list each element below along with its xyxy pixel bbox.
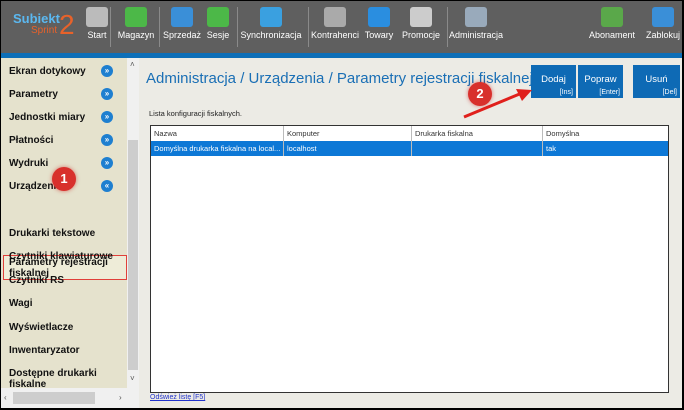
toolbar-towary-button[interactable]: Towary bbox=[363, 7, 395, 49]
shield-check-icon bbox=[601, 7, 623, 27]
chevron-down-icon[interactable]: » bbox=[101, 65, 113, 77]
sales-icon bbox=[171, 7, 193, 27]
sidebar-subitem[interactable]: Dostępne drukarki fiskalne bbox=[1, 368, 127, 390]
toolbar-label: Kontrahenci bbox=[310, 30, 360, 40]
toolbar-separator bbox=[308, 7, 309, 47]
toolbar-label: Start bbox=[87, 30, 107, 40]
chevron-down-icon[interactable]: » bbox=[101, 88, 113, 100]
chevron-down-icon[interactable]: » bbox=[101, 111, 113, 123]
toolbar-label: Magazyn bbox=[117, 30, 155, 40]
scroll-thumb[interactable] bbox=[128, 140, 138, 370]
column-header[interactable]: Nazwa bbox=[151, 126, 284, 141]
sidebar: Ekran dotykowy» Parametry» Jednostki miary… bbox=[1, 58, 127, 390]
tools-icon bbox=[465, 7, 487, 27]
sidebar-item-label: Jednostki miary bbox=[9, 112, 86, 123]
add-button[interactable]: Dodaj [Ins] bbox=[531, 65, 576, 98]
table-cell: Domyślna drukarka fiskalna na local... bbox=[151, 141, 284, 156]
edit-shortcut: [Enter] bbox=[599, 89, 620, 96]
toolbar-separator bbox=[447, 7, 448, 47]
sync-icon bbox=[260, 7, 282, 27]
sidebar-item-label: Płatności bbox=[9, 135, 54, 146]
scroll-thumb[interactable] bbox=[13, 392, 95, 404]
chevron-up-icon[interactable]: « bbox=[101, 180, 113, 192]
scroll-down-icon[interactable]: ˅ bbox=[130, 374, 135, 383]
toolbar-sesje-button[interactable]: Sesje bbox=[205, 7, 231, 49]
delete-label: Usuń bbox=[645, 74, 668, 85]
toolbar-separator bbox=[159, 7, 160, 47]
edit-button[interactable]: Popraw [Enter] bbox=[578, 65, 623, 98]
toolbar-label: Sprzedaż bbox=[162, 30, 202, 40]
table-row[interactable]: Domyślna drukarka fiskalna na local... l… bbox=[151, 141, 668, 156]
scroll-up-icon[interactable]: ˄ bbox=[130, 60, 135, 69]
annotation-badge-1: 1 bbox=[52, 167, 76, 191]
sidebar-subitem[interactable]: Czytniki RS bbox=[1, 275, 127, 286]
toolbar-magazyn-button[interactable]: Magazyn bbox=[111, 7, 161, 49]
toolbar-separator bbox=[237, 7, 238, 47]
annotation-badge-2: 2 bbox=[468, 82, 492, 106]
table-cell: tak bbox=[546, 144, 557, 153]
sidebar-subitem[interactable]: Czytniki klawiaturowe bbox=[1, 251, 127, 262]
scroll-left-icon[interactable]: ‹ bbox=[4, 393, 7, 402]
toolbar-label: Promocje bbox=[401, 30, 440, 40]
chevron-down-icon[interactable]: » bbox=[101, 134, 113, 146]
toolbar-label: Synchronizacja bbox=[240, 30, 302, 40]
refresh-list-link[interactable]: Odśwież listę [F5] bbox=[150, 394, 205, 401]
logo-text: Subiekt bbox=[13, 11, 60, 26]
edit-label: Popraw bbox=[584, 74, 617, 85]
fiscal-config-table: Nazwa Komputer Drukarka fiskalna Domyśln… bbox=[150, 125, 669, 393]
toolbar-label: Abonament bbox=[588, 30, 636, 40]
scroll-right-icon[interactable]: › bbox=[119, 393, 122, 402]
sidebar-vertical-scrollbar[interactable]: ˄ ˅ bbox=[127, 58, 139, 388]
logo-subtext: Sprint bbox=[31, 25, 58, 36]
toolbar-start-button[interactable]: Start bbox=[85, 7, 109, 49]
column-header[interactable]: Domyślna bbox=[543, 126, 668, 141]
column-header[interactable]: Drukarka fiskalna bbox=[412, 126, 543, 141]
warehouse-icon bbox=[125, 7, 147, 27]
column-header[interactable]: Komputer bbox=[284, 126, 412, 141]
app-window: Subiekt Sprint 2 Start Magazyn Sprzedaż Ses… bbox=[1, 1, 682, 408]
toolbar: Subiekt Sprint 2 Start Magazyn Sprzedaż Ses… bbox=[1, 1, 682, 53]
goods-icon bbox=[368, 7, 390, 27]
sidebar-item[interactable]: Parametry » bbox=[1, 88, 127, 100]
toolbar-kontrahenci-button[interactable]: Kontrahenci bbox=[310, 7, 360, 49]
list-caption: Lista konfiguracji fiskalnych. bbox=[149, 109, 242, 118]
sidebar-subitem[interactable]: Wyświetlacze bbox=[1, 322, 127, 333]
chevron-down-icon[interactable]: » bbox=[101, 157, 113, 169]
sidebar-item[interactable]: Płatności » bbox=[1, 134, 127, 146]
table-cell bbox=[412, 141, 543, 156]
sidebar-subitem[interactable]: Inwentaryzator bbox=[1, 345, 127, 356]
toolbar-label: Administracja bbox=[449, 30, 504, 40]
logo: Subiekt Sprint 2 bbox=[13, 9, 83, 43]
lock-icon bbox=[652, 7, 674, 27]
sidebar-item-label: Parametry bbox=[9, 89, 58, 100]
add-label: Dodaj bbox=[541, 74, 566, 85]
toolbar-synchronizacja-button[interactable]: Synchronizacja bbox=[240, 7, 302, 49]
logo-number: 2 bbox=[59, 9, 75, 40]
toolbar-label: Sesje bbox=[206, 30, 230, 40]
add-shortcut: [Ins] bbox=[559, 89, 573, 96]
sidebar-item-label: Wydruki bbox=[9, 158, 49, 169]
toolbar-abonament-button[interactable]: Abonament bbox=[587, 7, 637, 49]
user-session-icon bbox=[207, 7, 229, 27]
toolbar-label: Zablokuj bbox=[645, 30, 681, 40]
sidebar-subitem[interactable]: Wagi bbox=[1, 298, 127, 309]
toolbar-promocje-button[interactable]: Promocje bbox=[401, 7, 441, 49]
sidebar-subitem[interactable]: Drukarki tekstowe bbox=[1, 228, 127, 239]
delete-shortcut: [Del] bbox=[662, 89, 677, 96]
promo-tag-icon bbox=[410, 7, 432, 27]
table-header: Nazwa Komputer Drukarka fiskalna Domyśln… bbox=[151, 126, 668, 141]
sidebar-item[interactable]: Ekran dotykowy » bbox=[1, 65, 127, 77]
toolbar-label: Towary bbox=[364, 30, 394, 40]
toolbar-administracja-button[interactable]: Administracja bbox=[449, 7, 503, 49]
sidebar-item[interactable]: Jednostki miary » bbox=[1, 111, 127, 123]
store-icon bbox=[86, 7, 108, 27]
toolbar-separator bbox=[110, 7, 111, 47]
toolbar-sprzeda-button[interactable]: Sprzedaż bbox=[162, 7, 202, 49]
delete-button[interactable]: Usuń [Del] bbox=[633, 65, 680, 98]
table-cell: localhost bbox=[284, 141, 412, 156]
sidebar-horizontal-scrollbar[interactable]: ‹ › bbox=[1, 388, 139, 408]
toolbar-zablokuj-button[interactable]: Zablokuj bbox=[644, 7, 682, 49]
contractors-icon bbox=[324, 7, 346, 27]
sidebar-item-label: Ekran dotykowy bbox=[9, 66, 86, 77]
